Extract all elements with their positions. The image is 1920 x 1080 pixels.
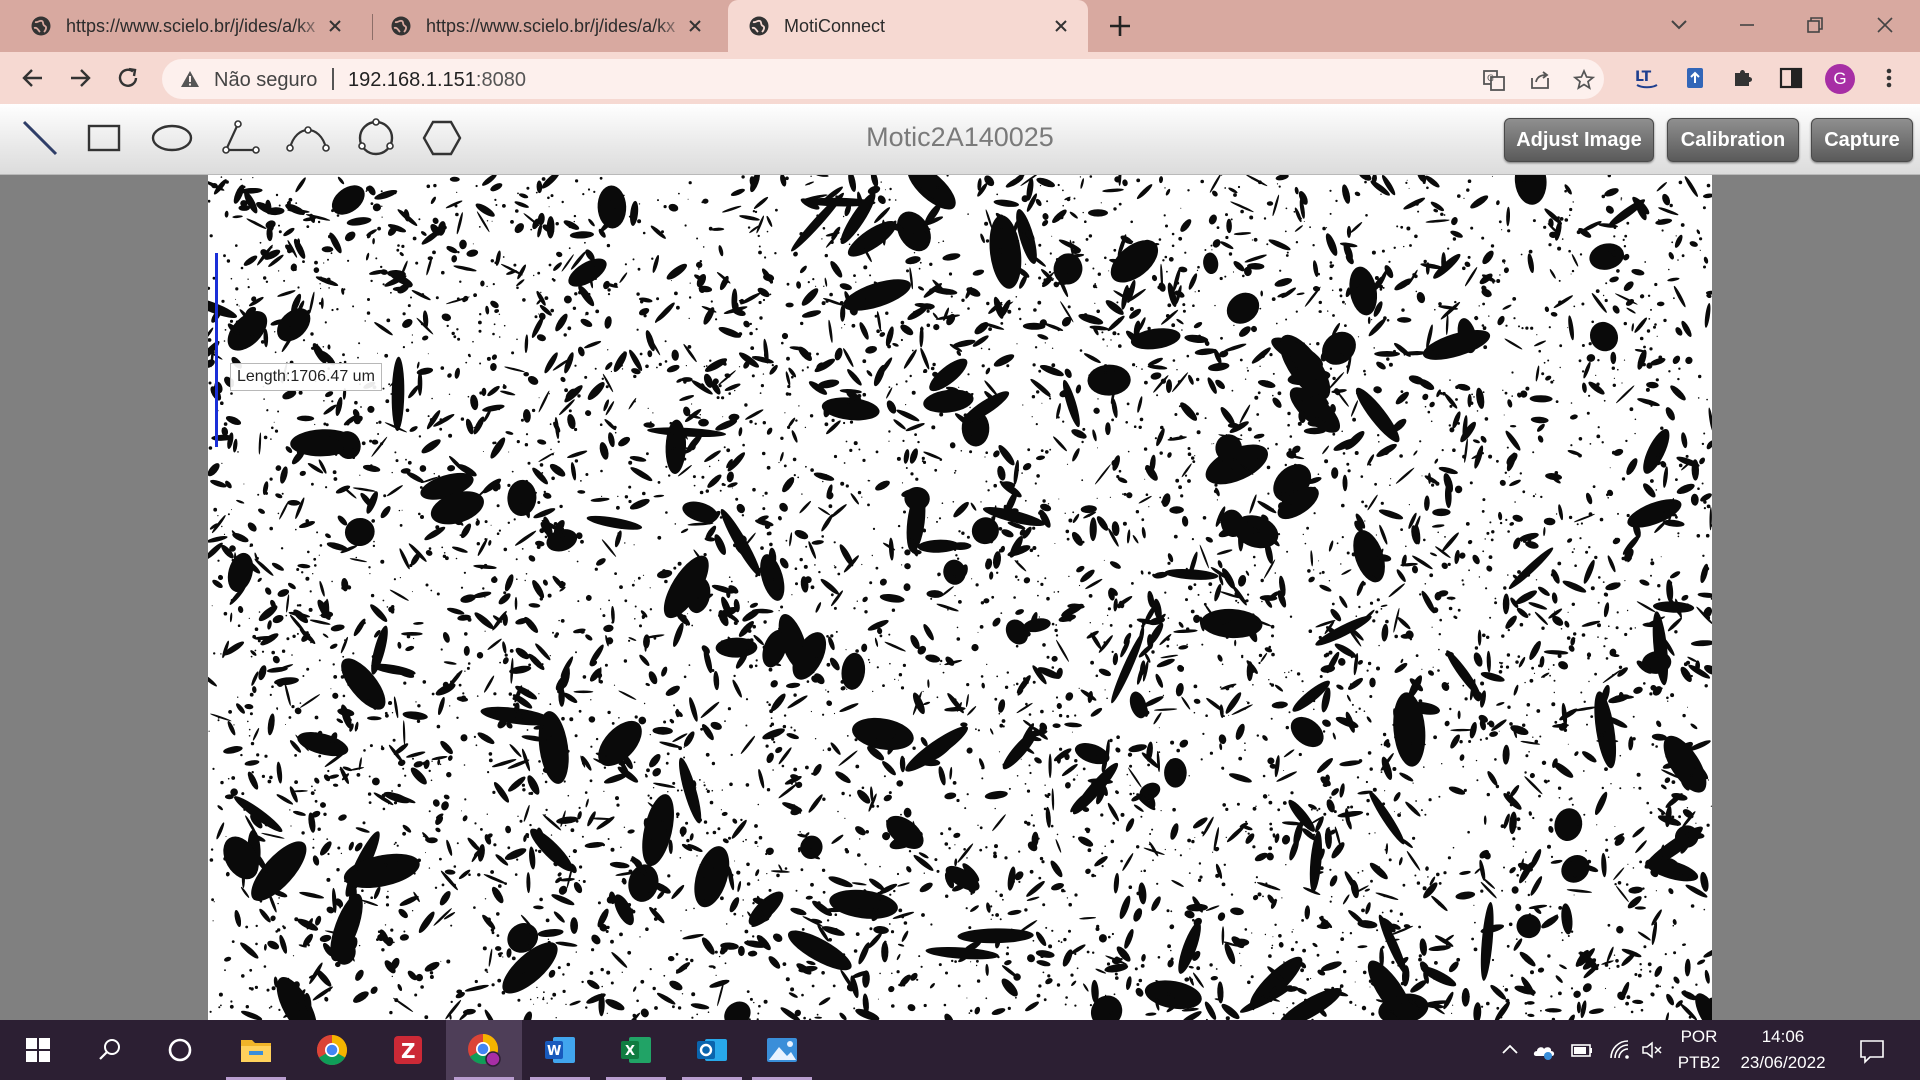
divider [332,68,334,90]
cortana-button[interactable] [142,1020,218,1080]
word-button[interactable]: W [522,1020,598,1080]
zotero-icon: Z [394,1036,422,1064]
globe-icon [391,16,411,36]
calibration-button[interactable]: Calibration [1667,118,1799,162]
wifi-icon[interactable] [1608,1038,1632,1062]
reload-icon[interactable] [115,65,141,91]
new-tab-icon[interactable] [1106,12,1134,40]
url-text[interactable]: 192.168.1.151:8080 [348,69,526,92]
speaker-muted-icon[interactable] [1640,1038,1664,1062]
bookmark-star-icon[interactable] [1572,68,1596,92]
capture-button[interactable]: Capture [1811,118,1913,162]
chrome-profile-icon [468,1034,501,1067]
excel-icon: X [621,1037,651,1063]
angle-tool-icon[interactable] [216,116,264,160]
side-panel-icon[interactable] [1778,65,1804,91]
restore-icon[interactable] [1800,10,1830,40]
browser-toolbar: Não seguro 192.168.1.151:8080 G LT G [0,52,1920,104]
svg-text:LT: LT [1635,69,1652,85]
line-tool-icon[interactable] [16,116,64,160]
tab-search-chevron-icon[interactable] [1664,10,1694,40]
tab-scielo-2[interactable]: https://www.scielo.br/j/ides/a/kx [360,0,720,52]
outlook-icon [697,1039,727,1061]
profile-avatar[interactable]: G [1825,64,1855,94]
browser-tab-strip: https://www.scielo.br/j/ides/a/kx https:… [0,0,1920,52]
measurement-label: Length:1706.47 um [230,363,382,391]
input-language[interactable]: POR [1676,1027,1722,1047]
search-icon [99,1039,120,1060]
minimize-icon[interactable] [1732,10,1762,40]
tab-moticonnect[interactable]: MotiConnect [728,0,1088,52]
chrome-button[interactable] [294,1020,370,1080]
microscope-image [208,175,1712,1020]
url-host: 192.168.1.151 [348,69,476,91]
notifications-icon[interactable] [1858,1037,1886,1065]
keyboard-layout[interactable]: PTB2 [1676,1053,1722,1073]
adjust-image-button[interactable]: Adjust Image [1504,118,1654,162]
share-icon[interactable] [1528,68,1552,92]
close-window-icon[interactable] [1870,10,1900,40]
file-explorer-button[interactable] [218,1020,294,1080]
tab-title: https://www.scielo.br/j/ides/a/kx [66,15,316,36]
app-toolbar: Motic2A140025 Adjust Image Calibration C… [0,104,1920,175]
folder-icon [241,1040,271,1062]
forward-arrow-icon[interactable] [67,65,93,91]
more-menu-icon[interactable] [1876,65,1902,91]
ellipse-tool-icon[interactable] [148,116,196,160]
onedrive-icon[interactable] [1532,1038,1556,1062]
arc-tool-icon[interactable] [284,116,332,160]
photos-button[interactable] [744,1020,820,1080]
polygon-tool-icon[interactable] [418,116,466,160]
close-icon[interactable] [1050,15,1072,37]
chrome-icon [316,1035,348,1066]
tab-title: MotiConnect [784,15,886,36]
extension-translator-icon[interactable]: LT [1634,65,1660,91]
word-icon: W [545,1037,575,1063]
translate-icon[interactable]: G [1482,68,1506,92]
warning-icon[interactable] [180,70,200,88]
tab-scielo-1[interactable]: https://www.scielo.br/j/ides/a/kx [0,0,360,52]
clock-date[interactable]: 23/06/2022 [1728,1053,1838,1073]
circle-tool-icon[interactable] [352,116,400,160]
address-bar[interactable]: Não seguro 192.168.1.151:8080 G [162,59,1604,99]
windows-logo-icon [26,1038,50,1062]
camera-name-title: Motic2A140025 [866,122,1054,152]
zotero-button[interactable]: Z [370,1020,446,1080]
globe-icon [31,16,51,36]
excel-button[interactable]: X [598,1020,674,1080]
rectangle-tool-icon[interactable] [80,116,128,160]
url-port: :8080 [475,69,526,91]
globe-icon [749,16,769,36]
close-icon[interactable] [324,15,346,37]
extensions-puzzle-icon[interactable] [1730,65,1756,91]
measurement-line[interactable] [215,253,218,447]
svg-text:G: G [1487,74,1494,84]
battery-icon[interactable] [1570,1038,1594,1062]
security-status-label[interactable]: Não seguro [214,69,317,92]
start-button[interactable] [0,1020,76,1080]
extension-upload-icon[interactable] [1682,65,1708,91]
windows-taskbar: Z W X POR PTB2 14:06 23/06/2022 [0,1020,1920,1080]
back-arrow-icon[interactable] [20,65,46,91]
clock-time[interactable]: 14:06 [1728,1027,1838,1047]
chevron-up-icon[interactable] [1498,1038,1522,1062]
live-image-viewer[interactable]: Length:1706.47 um [208,175,1712,1020]
search-button[interactable] [72,1020,148,1080]
chrome-profile-button[interactable] [446,1020,522,1080]
photos-icon [767,1038,797,1062]
tab-title: https://www.scielo.br/j/ides/a/kx [426,15,676,36]
outlook-button[interactable] [674,1020,750,1080]
cortana-circle-icon [168,1038,192,1062]
close-icon[interactable] [684,15,706,37]
